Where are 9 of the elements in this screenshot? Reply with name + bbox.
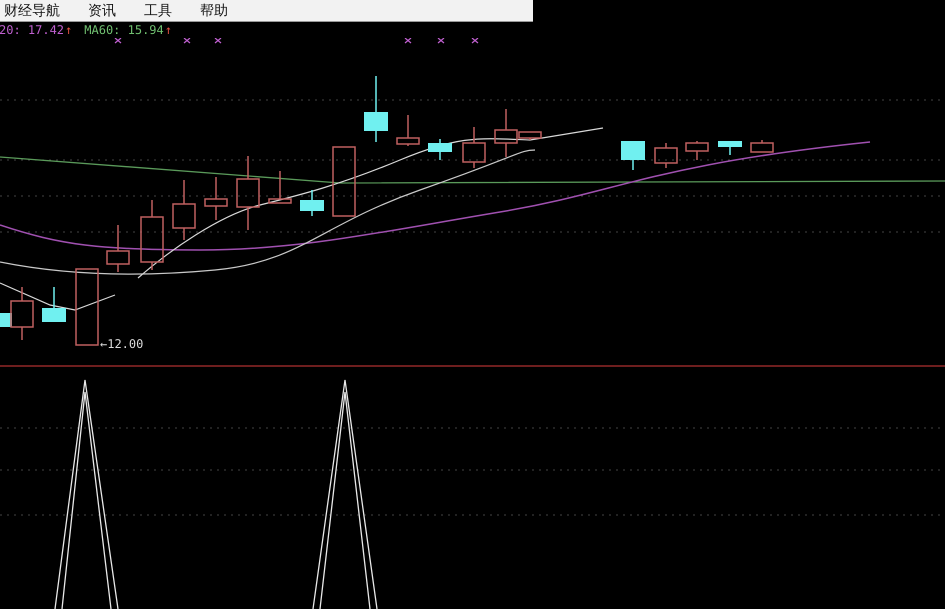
moving-average-label: MA60: 15.94 xyxy=(84,23,164,37)
menu-item[interactable]: 资讯 xyxy=(88,2,144,20)
menu-item[interactable]: 帮助 xyxy=(200,2,256,20)
menu-item[interactable]: 财经导航 xyxy=(4,2,88,20)
up-arrow-label: ↑ xyxy=(65,23,72,37)
up-arrow-label: ↑ xyxy=(164,23,172,37)
menu-item[interactable]: 工具 xyxy=(144,2,200,20)
moving-average-label: 20: 17.42 xyxy=(0,23,64,37)
low-price-marker: ←12.00 xyxy=(100,337,144,351)
